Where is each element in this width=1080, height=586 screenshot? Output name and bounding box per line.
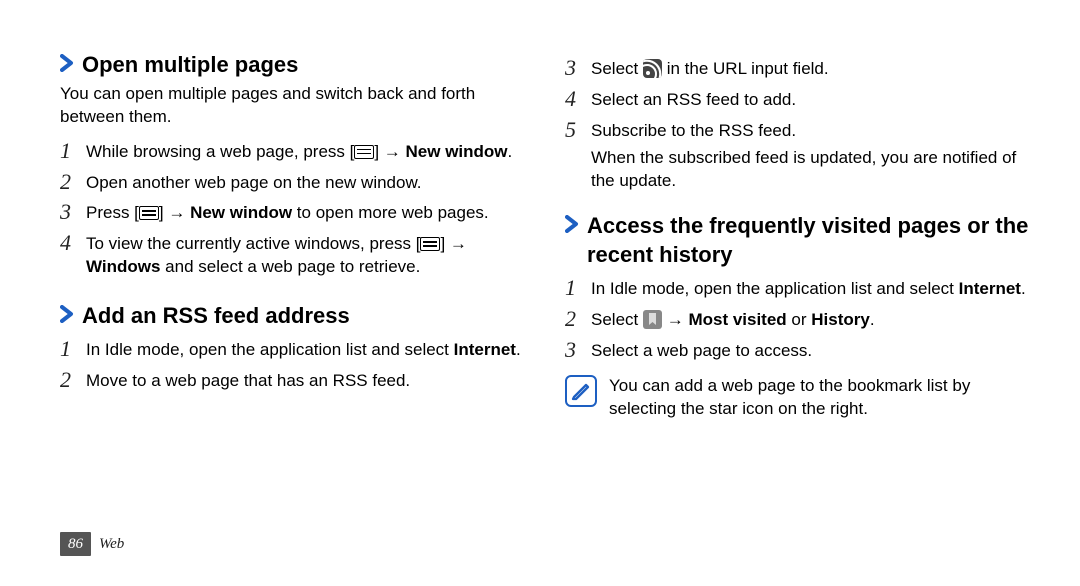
- step-number: 2: [60, 368, 86, 392]
- page-footer: 86 Web: [60, 532, 124, 556]
- step-text: Press [: [86, 203, 139, 222]
- chevron-right-icon: [565, 215, 579, 233]
- note-pencil-icon: [565, 375, 597, 407]
- step-text: ] →: [159, 203, 190, 222]
- step-number: 1: [60, 139, 86, 163]
- step-item: 5 Subscribe to the RSS feed. When the su…: [565, 118, 1040, 193]
- step-number: 4: [565, 87, 591, 111]
- step-text: .: [870, 310, 875, 329]
- step-item: 1 In Idle mode, open the application lis…: [565, 276, 1040, 301]
- chevron-right-icon: [60, 54, 74, 72]
- section-heading: Add an RSS feed address: [60, 301, 535, 331]
- step-text: In Idle mode, open the application list …: [86, 340, 454, 359]
- step-item: 3 Press [ ] → New window to open more web…: [60, 200, 535, 225]
- step-item: 4 To view the currently active windows, …: [60, 231, 535, 279]
- step-item: 3 Select a web page to access.: [565, 338, 1040, 363]
- step-body: While browsing a web page, press [ ] → Ne…: [86, 139, 535, 164]
- section-intro-text: You can open multiple pages and switch b…: [60, 83, 535, 129]
- rss-icon: [643, 59, 662, 78]
- step-text: ] →: [374, 142, 405, 161]
- step-body: Select an RSS feed to add.: [591, 87, 1040, 112]
- step-item: 2 Select → Most visited or History.: [565, 307, 1040, 332]
- step-text: and select a web page to retrieve.: [160, 257, 420, 276]
- step-body: Move to a web page that has an RSS feed.: [86, 368, 535, 393]
- section-title: Open multiple pages: [82, 50, 298, 80]
- left-column: Open multiple pages You can open multipl…: [60, 50, 535, 421]
- step-text: to open more web pages.: [292, 203, 489, 222]
- chevron-right-icon: [60, 305, 74, 323]
- menu-icon: [139, 206, 159, 220]
- step-item: 2 Move to a web page that has an RSS fee…: [60, 368, 535, 393]
- bold-label: Internet: [959, 279, 1021, 298]
- step-item: 2 Open another web page on the new windo…: [60, 170, 535, 195]
- step-item: 1 While browsing a web page, press [ ] → …: [60, 139, 535, 164]
- step-body: In Idle mode, open the application list …: [86, 337, 535, 362]
- step-body: Subscribe to the RSS feed. When the subs…: [591, 118, 1040, 193]
- manual-page: Open multiple pages You can open multipl…: [0, 0, 1080, 586]
- step-number: 3: [60, 200, 86, 224]
- step-text: While browsing a web page, press [: [86, 142, 354, 161]
- two-column-layout: Open multiple pages You can open multipl…: [60, 50, 1040, 421]
- bold-label: New window: [406, 142, 508, 161]
- step-number: 2: [60, 170, 86, 194]
- step-number: 2: [565, 307, 591, 331]
- step-body: Press [ ] → New window to open more web p…: [86, 200, 535, 225]
- step-text: in the URL input field.: [662, 59, 829, 78]
- menu-icon: [354, 145, 374, 159]
- step-text: .: [1021, 279, 1026, 298]
- step-text: or: [787, 310, 812, 329]
- step-text: In Idle mode, open the application list …: [591, 279, 959, 298]
- step-text: When the subscribed feed is updated, you…: [591, 147, 1040, 193]
- step-number: 3: [565, 56, 591, 80]
- step-number: 5: [565, 118, 591, 142]
- step-text: .: [516, 340, 521, 359]
- step-item: 1 In Idle mode, open the application lis…: [60, 337, 535, 362]
- section-heading: Open multiple pages: [60, 50, 535, 80]
- bold-label: Windows: [86, 257, 160, 276]
- note-row: You can add a web page to the bookmark l…: [565, 373, 1040, 421]
- footer-section-name: Web: [99, 534, 124, 554]
- bold-label: New window: [190, 203, 292, 222]
- step-item: 3 Select in the URL input field.: [565, 56, 1040, 81]
- section-title: Access the frequently visited pages or t…: [587, 211, 1040, 270]
- step-text: To view the currently active windows, pr…: [86, 234, 420, 253]
- step-text: .: [508, 142, 513, 161]
- step-text: ] →: [440, 234, 466, 253]
- step-text: →: [662, 310, 688, 329]
- step-body: To view the currently active windows, pr…: [86, 231, 535, 279]
- step-text: Select: [591, 59, 643, 78]
- step-text: Subscribe to the RSS feed.: [591, 120, 1040, 143]
- page-number: 86: [60, 532, 91, 556]
- menu-icon: [420, 237, 440, 251]
- step-body: Select → Most visited or History.: [591, 307, 1040, 332]
- bookmark-icon: [643, 310, 662, 329]
- bold-label: Most visited: [688, 310, 786, 329]
- section-heading: Access the frequently visited pages or t…: [565, 211, 1040, 270]
- bold-label: History: [811, 310, 870, 329]
- step-number: 1: [565, 276, 591, 300]
- step-item: 4 Select an RSS feed to add.: [565, 87, 1040, 112]
- step-text: Select: [591, 310, 643, 329]
- step-number: 3: [565, 338, 591, 362]
- note-text: You can add a web page to the bookmark l…: [609, 373, 1040, 421]
- step-body: Select in the URL input field.: [591, 56, 1040, 81]
- step-number: 4: [60, 231, 86, 255]
- step-number: 1: [60, 337, 86, 361]
- bold-label: Internet: [454, 340, 516, 359]
- step-body: Open another web page on the new window.: [86, 170, 535, 195]
- step-body: In Idle mode, open the application list …: [591, 276, 1040, 301]
- step-body: Select a web page to access.: [591, 338, 1040, 363]
- section-title: Add an RSS feed address: [82, 301, 350, 331]
- right-column: 3 Select in the URL input field. 4 Selec…: [565, 50, 1040, 421]
